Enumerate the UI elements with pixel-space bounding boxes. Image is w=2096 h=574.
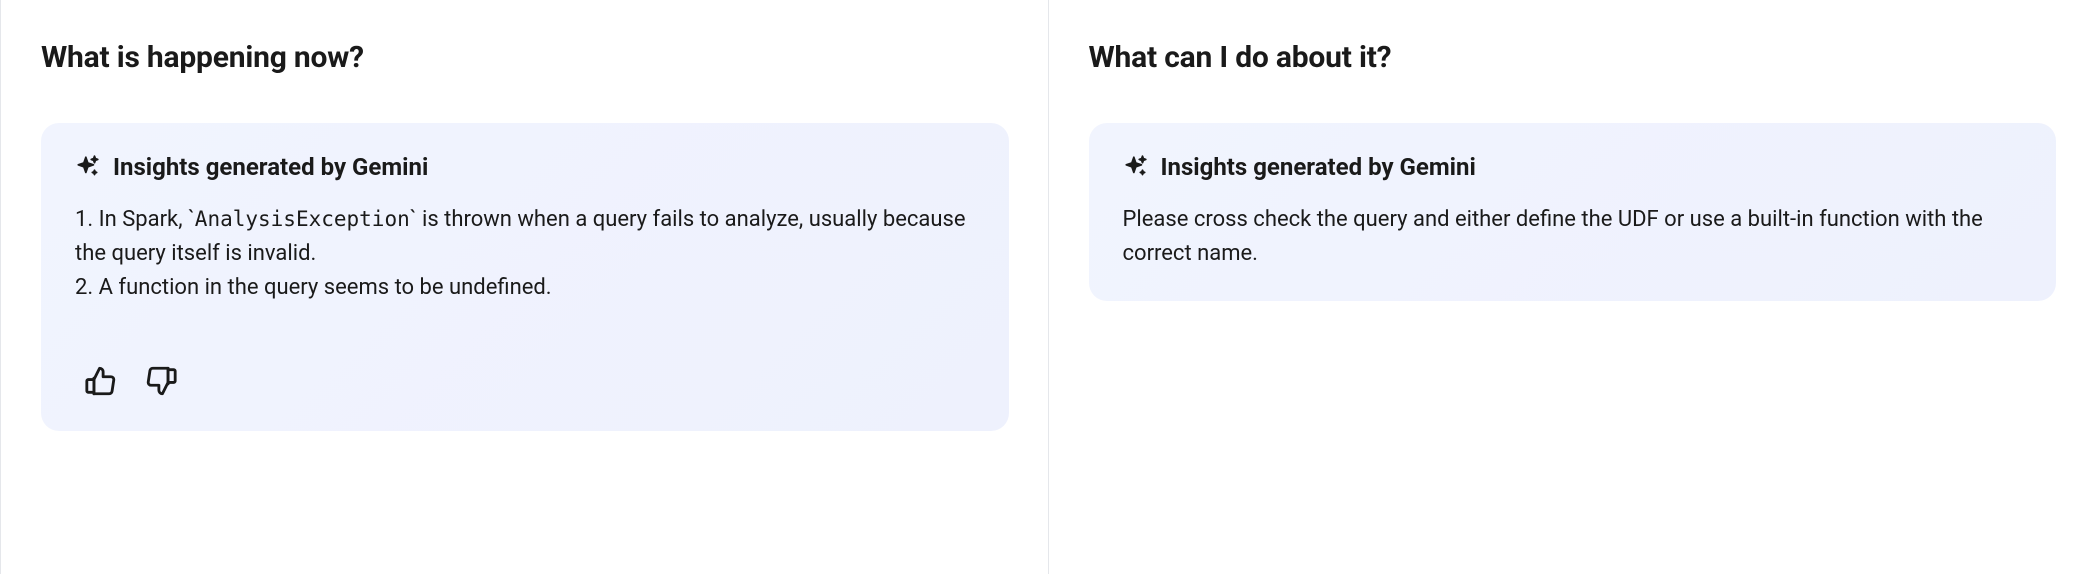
happening-now-section: What is happening now? Insights generate…: [0, 0, 1049, 574]
code-token: AnalysisException: [195, 207, 410, 231]
card-header: Insights generated by Gemini: [1123, 153, 2023, 181]
recommendation-text: Please cross check the query and either …: [1123, 203, 2023, 271]
thumbs-down-button[interactable]: [141, 361, 181, 401]
card-heading: Insights generated by Gemini: [1161, 153, 1476, 181]
card-heading: Insights generated by Gemini: [113, 153, 428, 181]
card-header: Insights generated by Gemini: [75, 153, 975, 181]
what-can-i-do-heading: What can I do about it?: [1089, 40, 2057, 75]
happening-now-card: Insights generated by Gemini 1. In Spark…: [41, 123, 1009, 431]
sparkle-icon: [1123, 154, 1149, 180]
thumbs-up-button[interactable]: [81, 361, 121, 401]
insight-line-1: 1. In Spark, `AnalysisException` is thro…: [75, 203, 975, 271]
happening-now-heading: What is happening now?: [41, 40, 1009, 75]
what-can-i-do-section: What can I do about it? Insights generat…: [1049, 0, 2096, 574]
sparkle-icon: [75, 154, 101, 180]
card-body: 1. In Spark, `AnalysisException` is thro…: [75, 203, 975, 305]
card-body: Please cross check the query and either …: [1123, 203, 2023, 271]
thumbs-up-icon: [84, 364, 118, 398]
insight-line-2: 2. A function in the query seems to be u…: [75, 271, 975, 305]
thumbs-down-icon: [144, 364, 178, 398]
what-can-i-do-card: Insights generated by Gemini Please cros…: [1089, 123, 2057, 301]
feedback-row: [75, 361, 975, 401]
